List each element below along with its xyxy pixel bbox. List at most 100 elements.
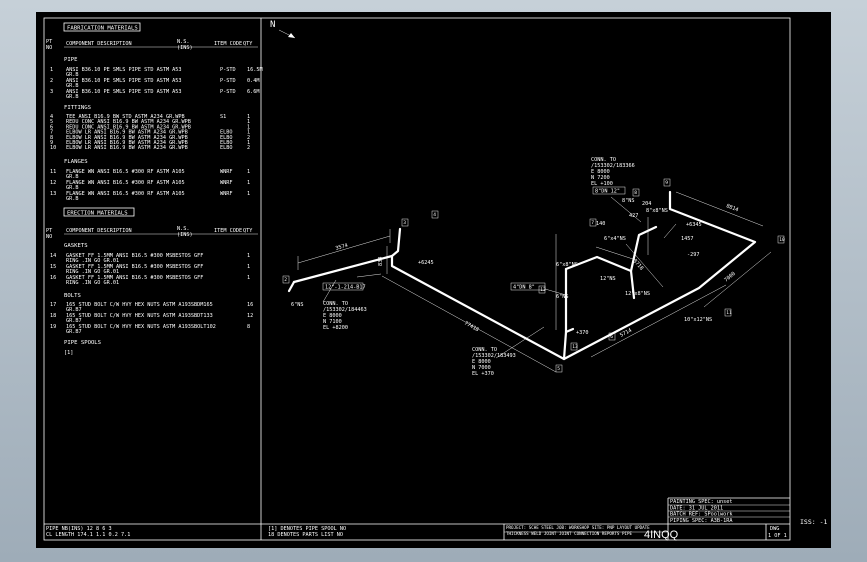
box1-label: 8"DN 12" — [595, 189, 620, 195]
spool-item: [1] — [64, 350, 73, 356]
pipe-route — [287, 190, 757, 361]
bom-row-desc: FLANGE WN ANSI B16.5 #300 RF ASTM A105 — [66, 191, 185, 197]
col-ins-2: (INS) — [177, 232, 193, 238]
conn3-line5: EL +370 — [472, 371, 494, 377]
bom-row-desc: 165 STUD BOLT C/W HVY HEX NUTS ASTM A193… — [66, 324, 216, 330]
leader-box2 — [356, 273, 382, 278]
issue-label: ISS: -1 — [800, 518, 827, 526]
bom-row-code: WNRF — [220, 180, 233, 186]
bom-row: 3 ANSI B36.10 PE SMLS PIPE STD ASTM A53GR… — [50, 89, 260, 100]
dim-834: 834 — [378, 257, 384, 266]
tag-8ns: 8"NS — [622, 198, 635, 204]
bom-row-no: 19 — [50, 324, 56, 330]
bom-row-desc: ANSI B36.10 PE SMLS PIPE STD ASTM A53 — [66, 67, 182, 73]
tag-6x8ns: 6"x8"NS — [556, 262, 578, 268]
bom-row: 14 GASKET FF 1.5MM ANSI B16.5 #300 MSBEST… — [50, 253, 250, 264]
bom-row-qty: 16.5M — [247, 67, 263, 73]
bom-row-no: 15 — [50, 264, 56, 270]
bom-row-qty: 0.4M — [247, 78, 260, 84]
point-marker-label: 11 — [726, 310, 732, 316]
bom-row-qty: 8 — [247, 324, 250, 330]
bom-row-qty: 12 — [247, 313, 253, 319]
bom-row-code: P-STD — [220, 78, 236, 84]
tag-6ns-2: 6"NS — [556, 294, 569, 300]
leader-conn2 — [322, 279, 337, 303]
bom-row: 18 165 STUD BOLT C/W HVY HEX NUTS ASTM A1… — [50, 313, 253, 324]
dim-3574: 3574 — [335, 243, 349, 252]
point-marker-label: 6 — [610, 334, 613, 340]
pipe-main-run — [292, 190, 757, 361]
no-label: NO — [46, 45, 52, 51]
bom-row-code: WNRF — [220, 169, 233, 175]
sheet-of: 1 OF 1 — [768, 533, 787, 539]
dim-204: 204 — [642, 201, 651, 207]
bom-row: 1 ANSI B36.10 PE SMLS PIPE STD ASTM A53GR… — [50, 67, 263, 78]
bom-row-desc2: GR.B — [66, 196, 79, 202]
isometric-drawing: PT NO FABRICATION MATERIALS COMPONENT DE… — [43, 17, 827, 541]
painting-spec: PAINTING SPEC: unset — [670, 499, 732, 505]
box2-label: 12"-1-214-B17 — [325, 285, 366, 291]
bom-row-no: 2 — [50, 78, 53, 84]
bom-row-desc2: GR.B — [66, 94, 79, 100]
tag-10x12ns: 10"x12"NS — [684, 317, 712, 323]
spools-title: PIPE SPOOLS — [64, 340, 101, 346]
point-marker-label: 2 — [284, 277, 287, 283]
point-marker-label: 7 — [591, 220, 594, 226]
tag-6x4ns: 6"x4"NS — [604, 236, 626, 242]
bom-row: 2 ANSI B36.10 PE SMLS PIPE STD ASTM A53GR… — [50, 78, 260, 89]
bom-row-qty: 1 — [247, 169, 250, 175]
bom-row-no: 1 — [50, 67, 53, 73]
col-ins: (INS) — [177, 45, 193, 51]
bom-row-desc: ELBOW LR ANSI B16.9 BW ASTM A234 GR.WPB — [66, 145, 188, 151]
col-code: ITEM CODE — [214, 41, 242, 47]
bom-panel: PT NO FABRICATION MATERIALS COMPONENT DE… — [46, 22, 263, 356]
title-block: PIPE NB(INS) 12 8 6 3 CL LENGTH 174.1 1.… — [44, 497, 827, 541]
erection-title: ERECTION MATERIALS — [67, 211, 128, 217]
bom-row: 11 FLANGE WN ANSI B16.5 #300 RF ASTM A105… — [50, 169, 250, 180]
pipe-title: PIPE — [64, 57, 78, 63]
col-qty-2: QTY — [243, 228, 253, 234]
fab-title: FABRICATION MATERIALS — [67, 26, 138, 32]
bom-row-no: 3 — [50, 89, 53, 95]
dim-77418: 77418 — [463, 321, 480, 334]
north-arrow-head — [288, 33, 295, 38]
dim-140: 140 — [596, 221, 605, 227]
bom-row-desc: ANSI B36.10 PE SMLS PIPE STD ASTM A53 — [66, 89, 182, 95]
no-label-2: NO — [46, 234, 52, 240]
bom-row-no: 16 — [50, 275, 56, 281]
bom-row-desc: FLANGE WN ANSI B16.5 #300 RF ASTM A105 — [66, 169, 185, 175]
bom-row: 12 FLANGE WN ANSI B16.5 #300 RF ASTM A105… — [50, 180, 250, 191]
pipe-left-end — [287, 280, 296, 293]
conn1-line5: EL +100 — [591, 181, 613, 187]
gaskets-title: GASKETS — [64, 243, 88, 249]
dim-6345: +6345 — [686, 222, 702, 228]
col-desc: COMPONENT DESCRIPTION — [66, 41, 132, 47]
bom-row-no: 10 — [50, 145, 56, 151]
drawing-number: 4INQQ — [644, 529, 679, 541]
col-code-2: ITEM CODE — [214, 228, 242, 234]
tag-8x8ns: 8"x8"NS — [646, 208, 668, 214]
bom-row: 16 GASKET FF 1.5MM ANSI B16.5 #300 MSBEST… — [50, 275, 250, 286]
pipe-rows: 1 ANSI B36.10 PE SMLS PIPE STD ASTM A53GR… — [50, 67, 263, 100]
bom-row-code: ELBO — [220, 145, 233, 151]
bolt-rows: 17 165 STUD BOLT C/W HVY HEX NUTS ASTM A1… — [50, 302, 253, 335]
drawing-sheet: PT NO FABRICATION MATERIALS COMPONENT DE… — [36, 12, 831, 548]
bom-row: 13 FLANGE WN ANSI B16.5 #300 RF ASTM A105… — [50, 191, 250, 202]
dim-line-8814 — [675, 191, 764, 227]
point-marker-label: 3 — [403, 220, 406, 226]
bom-row-no: 18 — [50, 313, 56, 319]
dimension-lines — [297, 191, 772, 373]
bom-row: 17 165 STUD BOLT C/W HVY HEX NUTS ASTM A1… — [50, 302, 253, 313]
bom-row-code: WNRF — [220, 191, 233, 197]
batch-ref: BATCH REF: SPoolwork — [670, 512, 733, 518]
bom-row-qty: 1 — [247, 180, 250, 186]
bom-row-qty: 1 — [247, 191, 250, 197]
bom-row-desc: 165 STUD BOLT C/W HVY HEX NUTS ASTM A193… — [66, 302, 213, 308]
bom-row: 15 GASKET FF 1.5MM ANSI B16.5 #300 MSBEST… — [50, 264, 250, 275]
bom-row-desc: ANSI B36.10 PE SMLS PIPE STD ASTM A53 — [66, 78, 182, 84]
cl-length-row: CL LENGTH 174.1 1.1 0.2 7.1 — [46, 532, 130, 538]
conn2-line5: EL +8200 — [323, 325, 348, 331]
point-marker-label: 5 — [557, 366, 560, 372]
bom-row-no: 12 — [50, 180, 56, 186]
pipe-left-riser — [390, 227, 402, 258]
